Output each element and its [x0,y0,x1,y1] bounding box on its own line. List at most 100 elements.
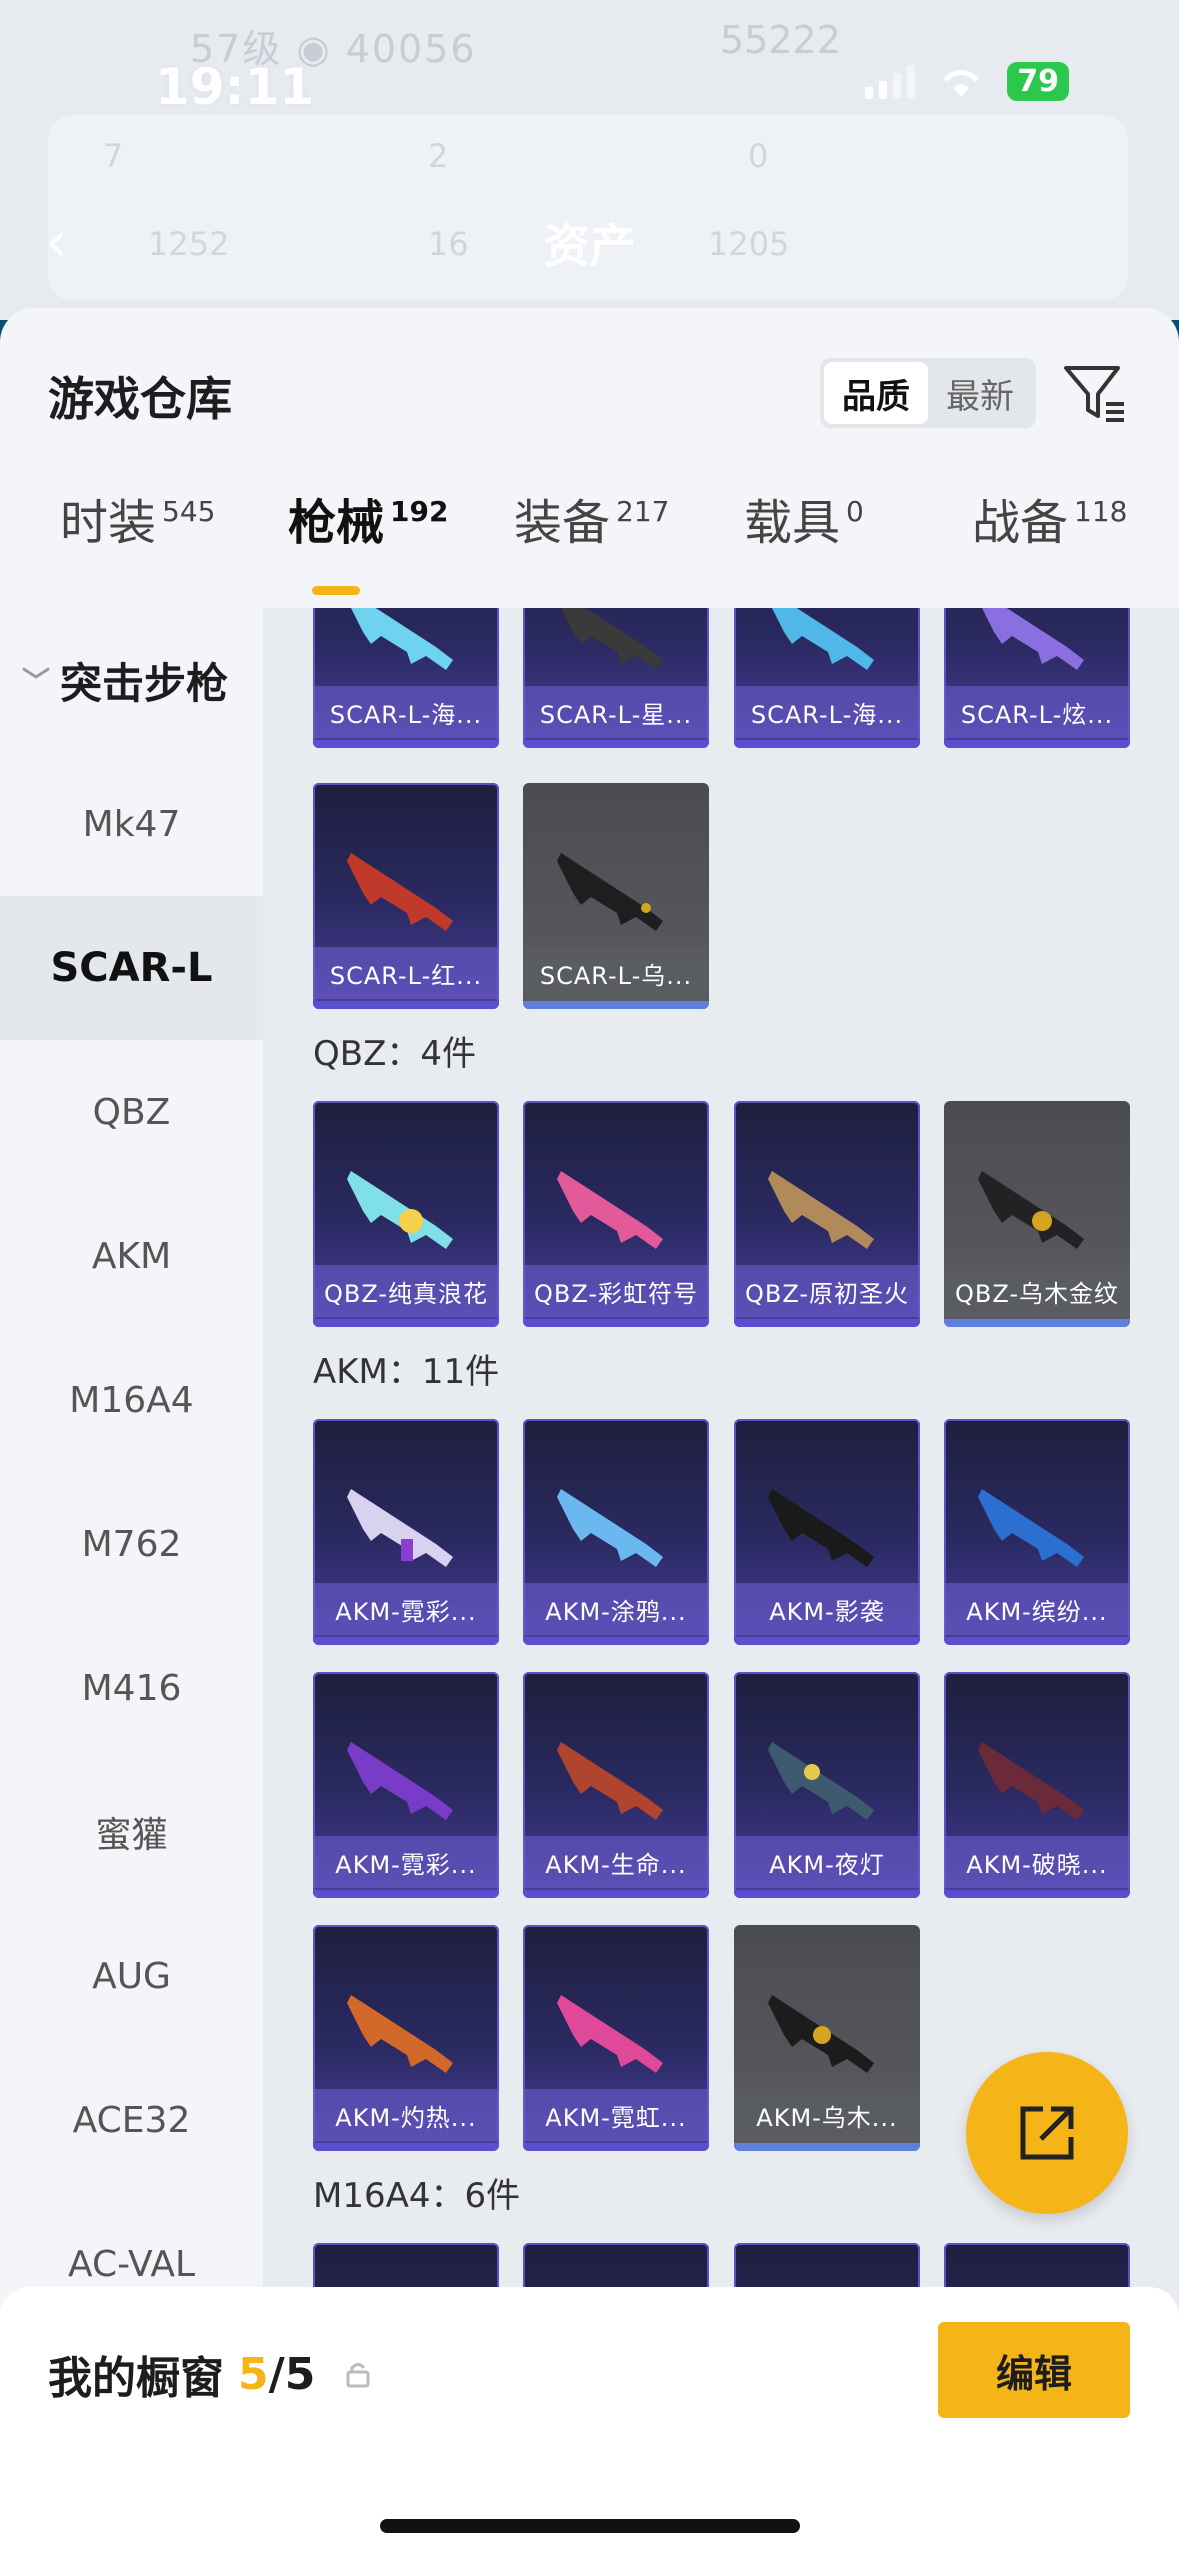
category-item[interactable]: M16A4 [0,1328,263,1472]
category-item[interactable]: 蜜獾 [0,1760,263,1904]
rifle-icon [347,1742,453,1820]
rifle-icon [557,1742,663,1820]
weapon-name: AKM-生命... [523,1836,709,1888]
filter-icon[interactable] [1060,358,1130,428]
weapon-card[interactable]: AKM-涂鸦... [523,1419,709,1645]
weapon-name: AKM-破晓... [944,1836,1130,1888]
showcase-title: 我的橱窗 [48,2353,224,2404]
tab-fashion[interactable]: 时装 545 [60,483,215,553]
active-tab-indicator [312,586,360,595]
category-item[interactable]: AUG [0,1904,263,2048]
rifle-icon [351,608,453,670]
rarity-bar [944,1637,1130,1645]
rifle-icon [978,1489,1084,1567]
weapon-card[interactable]: SCAR-L-乌... [523,783,709,1009]
rifle-icon [557,1995,663,2073]
section-label-m16a4: M16A4：6件 [313,2176,521,2216]
weapon-card[interactable]: QBZ-纯真浪花 [313,1101,499,1327]
weapon-name: SCAR-L-海... [734,686,920,738]
rifle-icon [768,1742,874,1820]
share-icon [1020,2106,1074,2160]
rarity-bar [523,1001,709,1009]
rarity-bar [313,1001,499,1009]
rarity-bar [944,740,1130,748]
rarity-bar [313,2143,499,2151]
chevron-down-icon: ﹀ [22,665,51,698]
tab-supplies[interactable]: 战备 118 [972,483,1127,553]
rarity-bar [523,2143,709,2151]
weapon-name: AKM-灼热... [313,2089,499,2141]
weapon-card[interactable]: SCAR-L-星... [523,608,709,748]
category-item[interactable]: QBZ [0,1040,263,1184]
weapon-name: SCAR-L-星... [523,686,709,738]
weapon-card[interactable]: AKM-夜灯 [734,1672,920,1898]
home-indicator [380,2519,800,2533]
rarity-bar [523,1319,709,1327]
weapon-name: AKM-霓虹... [523,2089,709,2141]
signal-icon [865,64,916,99]
sort-newest-button[interactable]: 最新 [928,362,1032,424]
weapon-card[interactable]: SCAR-L-炫... [944,608,1130,748]
weapon-card[interactable]: SCAR-L-海... [313,608,499,748]
section-label-akm: AKM：11件 [313,1352,500,1392]
weapon-card[interactable]: AKM-霓彩... [313,1672,499,1898]
weapon-card[interactable]: AKM-霓虹... [523,1925,709,2151]
category-item-active[interactable]: SCAR-L [0,896,263,1040]
weapon-card[interactable]: SCAR-L-海... [734,608,920,748]
rarity-bar [734,2143,920,2151]
edit-button[interactable]: 编辑 [938,2322,1130,2418]
category-item[interactable]: M416 [0,1616,263,1760]
weapon-card[interactable]: QBZ-原初圣火 [734,1101,920,1327]
weapon-card[interactable]: QBZ-彩虹符号 [523,1101,709,1327]
category-item[interactable]: M762 [0,1472,263,1616]
category-item[interactable]: AKM [0,1184,263,1328]
rarity-bar [313,1319,499,1327]
rarity-bar [944,1319,1130,1327]
rarity-bar [523,740,709,748]
sheet-title: 游戏仓库 [48,372,232,426]
weapon-card[interactable]: AKM-缤纷... [944,1419,1130,1645]
rifle-icon [768,1171,874,1249]
weapon-name: AKM-霓彩... [313,1836,499,1888]
rifle-icon [768,1489,874,1567]
rifle-icon [978,1171,1084,1249]
showcase-label: 我的橱窗 5/5 [48,2342,373,2406]
rarity-bar [734,740,920,748]
weapon-card[interactable]: AKM-灼热... [313,1925,499,2151]
warehouse-sheet: 游戏仓库 品质 最新 时装 545 枪械 192 装备 217 载具 0 战备 118 ﹀… [0,308,1179,2556]
weapon-name: SCAR-L-红... [313,947,499,999]
page-title: 资产 [543,219,636,273]
tab-equipment[interactable]: 装备 217 [514,483,669,553]
weapon-card[interactable]: AKM-乌木... [734,1925,920,2151]
category-group-assault-rifle[interactable]: ﹀ 突击步枪 [0,608,263,752]
rifle-icon [978,1742,1084,1820]
weapon-card[interactable]: AKM-破晓... [944,1672,1130,1898]
rifle-icon [982,608,1084,670]
weapon-name: AKM-涂鸦... [523,1583,709,1635]
rifle-icon [347,1995,453,2073]
rarity-bar [734,1637,920,1645]
stat-value: 2 [428,137,449,175]
weapon-name: AKM-影袭 [734,1583,920,1635]
category-item[interactable]: Mk47 [0,752,263,896]
rifle-icon [561,608,663,670]
share-button[interactable] [966,2052,1128,2214]
weapon-name: QBZ-彩虹符号 [523,1265,709,1317]
weapon-card[interactable]: AKM-霓彩... [313,1419,499,1645]
tab-guns[interactable]: 枪械 192 [288,483,448,553]
rarity-bar [734,1319,920,1327]
weapon-card[interactable]: AKM-影袭 [734,1419,920,1645]
tab-vehicles[interactable]: 载具 0 [744,483,864,553]
category-item[interactable]: ACE32 [0,2048,263,2192]
weapon-card[interactable]: SCAR-L-红... [313,783,499,1009]
sort-quality-button[interactable]: 品质 [824,362,928,424]
rifle-icon [347,853,453,931]
weapon-card[interactable]: QBZ-乌木金纹 [944,1101,1130,1327]
rifle-icon [557,1171,663,1249]
rarity-bar [313,1890,499,1898]
weapon-card[interactable]: AKM-生命... [523,1672,709,1898]
battery-indicator: 79 [1007,62,1069,101]
sort-segment: 品质 最新 [820,358,1036,428]
rarity-bar [734,1890,920,1898]
rarity-bar [313,1637,499,1645]
